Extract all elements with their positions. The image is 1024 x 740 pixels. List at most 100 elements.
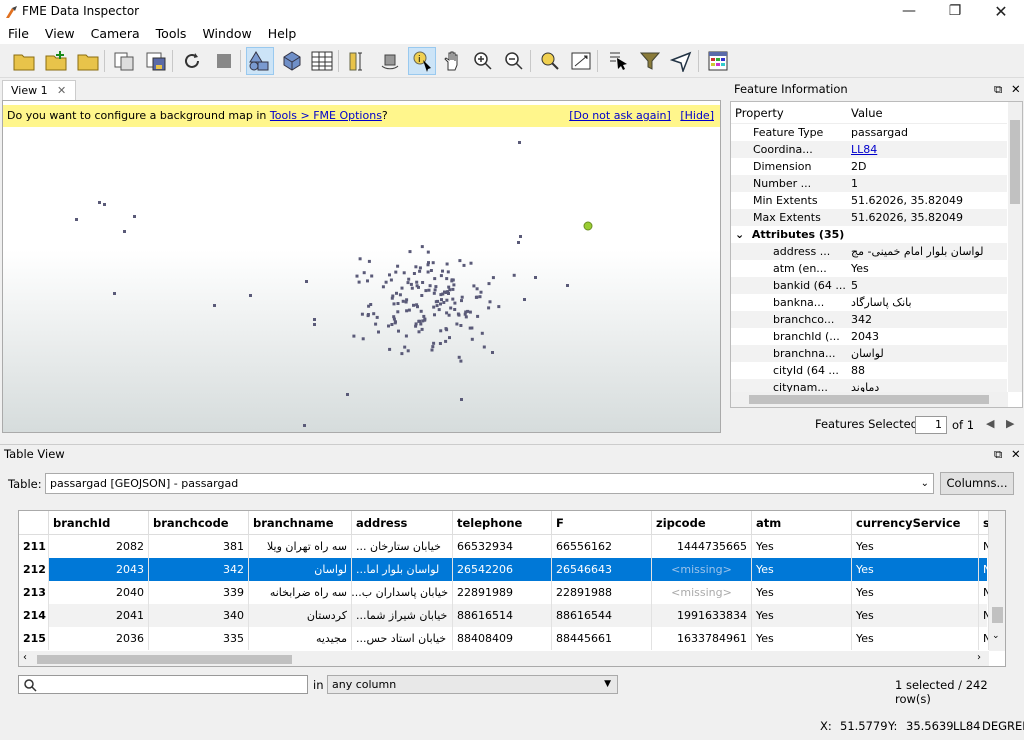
feature-point[interactable]	[445, 277, 449, 281]
table-row[interactable]: 213 2040 339 سه راه ضرابخانه خیابان پاسداران…	[19, 581, 989, 604]
feature-point[interactable]	[419, 309, 423, 313]
table-cell[interactable]: Yes	[852, 558, 979, 581]
feature-point[interactable]	[390, 296, 394, 300]
feature-point[interactable]	[491, 276, 495, 280]
table-cell[interactable]: 26542206	[453, 558, 552, 581]
column-header[interactable]: telephone	[453, 511, 552, 535]
close-panel-icon[interactable]: ✕	[1011, 80, 1021, 99]
table-cell[interactable]: N	[979, 558, 989, 581]
feature-info-horizontal-scrollbar[interactable]	[731, 392, 1008, 407]
tab-view-1[interactable]: View 1 ✕	[2, 80, 76, 100]
table-cell[interactable]: 2040	[49, 581, 149, 604]
row-number[interactable]: 212	[19, 558, 49, 581]
feature-point[interactable]	[403, 345, 407, 349]
feature-point[interactable]	[420, 294, 424, 297]
table-cell[interactable]: Yes	[852, 627, 979, 650]
map-view[interactable]: Do you want to configure a background ma…	[2, 100, 721, 433]
table-cell[interactable]: 22891989	[453, 581, 552, 604]
feature-point[interactable]	[432, 341, 436, 345]
feature-point[interactable]	[439, 293, 443, 297]
feature-point[interactable]	[452, 283, 456, 287]
table-cell[interactable]: Yes	[752, 581, 852, 604]
feature-point[interactable]	[497, 305, 501, 309]
feature-point[interactable]	[447, 285, 451, 289]
feature-point[interactable]	[488, 300, 492, 304]
table-cell[interactable]: <missing>	[652, 581, 752, 604]
feature-point[interactable]	[475, 295, 479, 299]
feature-point[interactable]	[352, 334, 356, 338]
feature-point[interactable]	[446, 270, 450, 274]
table-cell[interactable]: لواسان	[249, 558, 352, 581]
feature-point[interactable]	[370, 274, 374, 278]
feature-point[interactable]	[482, 345, 486, 349]
feature-point[interactable]	[458, 259, 462, 263]
feature-point[interactable]	[406, 349, 410, 353]
color-table-icon[interactable]	[704, 47, 732, 75]
attributes-group-row[interactable]: ⌄ Attributes (35)	[731, 226, 1007, 243]
refresh-icon[interactable]	[178, 47, 206, 75]
feature-point[interactable]	[441, 269, 444, 273]
feature-point[interactable]	[133, 215, 136, 218]
select-info-icon[interactable]: i	[408, 47, 436, 75]
feature-point[interactable]	[426, 250, 430, 254]
navigate-arrow-icon[interactable]	[667, 47, 695, 75]
feature-point[interactable]	[408, 250, 412, 254]
column-header[interactable]: s	[979, 511, 989, 535]
feature-point[interactable]	[407, 308, 411, 312]
feature-point[interactable]	[434, 300, 438, 304]
table-cell[interactable]: 88408409	[453, 627, 552, 650]
scroll-down-icon[interactable]: ⌄	[992, 631, 1000, 641]
feature-point[interactable]	[453, 301, 457, 305]
feature-point[interactable]	[446, 290, 450, 294]
menu-file[interactable]: File	[0, 24, 37, 44]
feature-point[interactable]	[417, 330, 421, 334]
feature-point[interactable]	[457, 355, 461, 359]
feature-point[interactable]	[478, 295, 482, 299]
table-cell[interactable]: Yes	[752, 558, 852, 581]
feature-point[interactable]	[313, 318, 316, 321]
feature-point[interactable]	[402, 271, 406, 275]
table-cell[interactable]: 88616514	[453, 604, 552, 627]
features-selected-input[interactable]: 1	[915, 416, 947, 434]
feature-point[interactable]	[430, 348, 434, 352]
open-folder-icon[interactable]	[10, 47, 38, 75]
feature-point[interactable]	[346, 393, 349, 396]
attribute-row[interactable]: bankid (64 ... 5	[731, 277, 1007, 294]
next-feature-icon[interactable]: ▶	[1006, 417, 1014, 430]
feature-point[interactable]	[396, 310, 400, 314]
feature-point[interactable]	[419, 322, 423, 326]
table-cell[interactable]: 1633784961	[652, 627, 752, 650]
row-number[interactable]: 213	[19, 581, 49, 604]
feature-point[interactable]	[392, 317, 396, 321]
table-cell[interactable]: 342	[149, 558, 249, 581]
feature-info-row[interactable]: Min Extents 51.62026, 35.82049	[731, 192, 1007, 209]
table-cell[interactable]: N	[979, 627, 989, 650]
table-cell[interactable]: 381	[149, 535, 249, 558]
feature-point[interactable]	[460, 398, 463, 401]
feature-point[interactable]	[449, 306, 453, 310]
float-panel-icon[interactable]: ⧉	[994, 80, 1002, 99]
feature-point[interactable]	[358, 257, 362, 261]
feature-point[interactable]	[401, 299, 405, 303]
feature-point[interactable]	[390, 323, 394, 326]
feature-point[interactable]	[455, 322, 459, 326]
table-cell[interactable]: Yes	[752, 627, 852, 650]
feature-point[interactable]	[438, 342, 442, 345]
feature-point[interactable]	[432, 291, 436, 295]
feature-info-vertical-scrollbar[interactable]	[1008, 102, 1022, 392]
feature-point[interactable]	[523, 298, 526, 301]
feature-point[interactable]	[415, 280, 419, 284]
feature-point[interactable]	[392, 302, 396, 306]
feature-point[interactable]	[443, 290, 446, 294]
feature-point[interactable]	[366, 279, 369, 283]
feature-point[interactable]	[460, 295, 464, 299]
feature-point[interactable]	[249, 294, 252, 297]
table-cell[interactable]: 88445661	[552, 627, 652, 650]
filter-funnel-icon[interactable]	[636, 47, 664, 75]
feature-point[interactable]	[113, 292, 116, 295]
minimize-button[interactable]: —	[886, 0, 932, 22]
feature-point[interactable]	[439, 329, 443, 333]
table-cell[interactable]: سه راه تهران ویلا	[249, 535, 352, 558]
table-cell[interactable]: 1444735665	[652, 535, 752, 558]
table-cell[interactable]: N	[979, 535, 989, 558]
